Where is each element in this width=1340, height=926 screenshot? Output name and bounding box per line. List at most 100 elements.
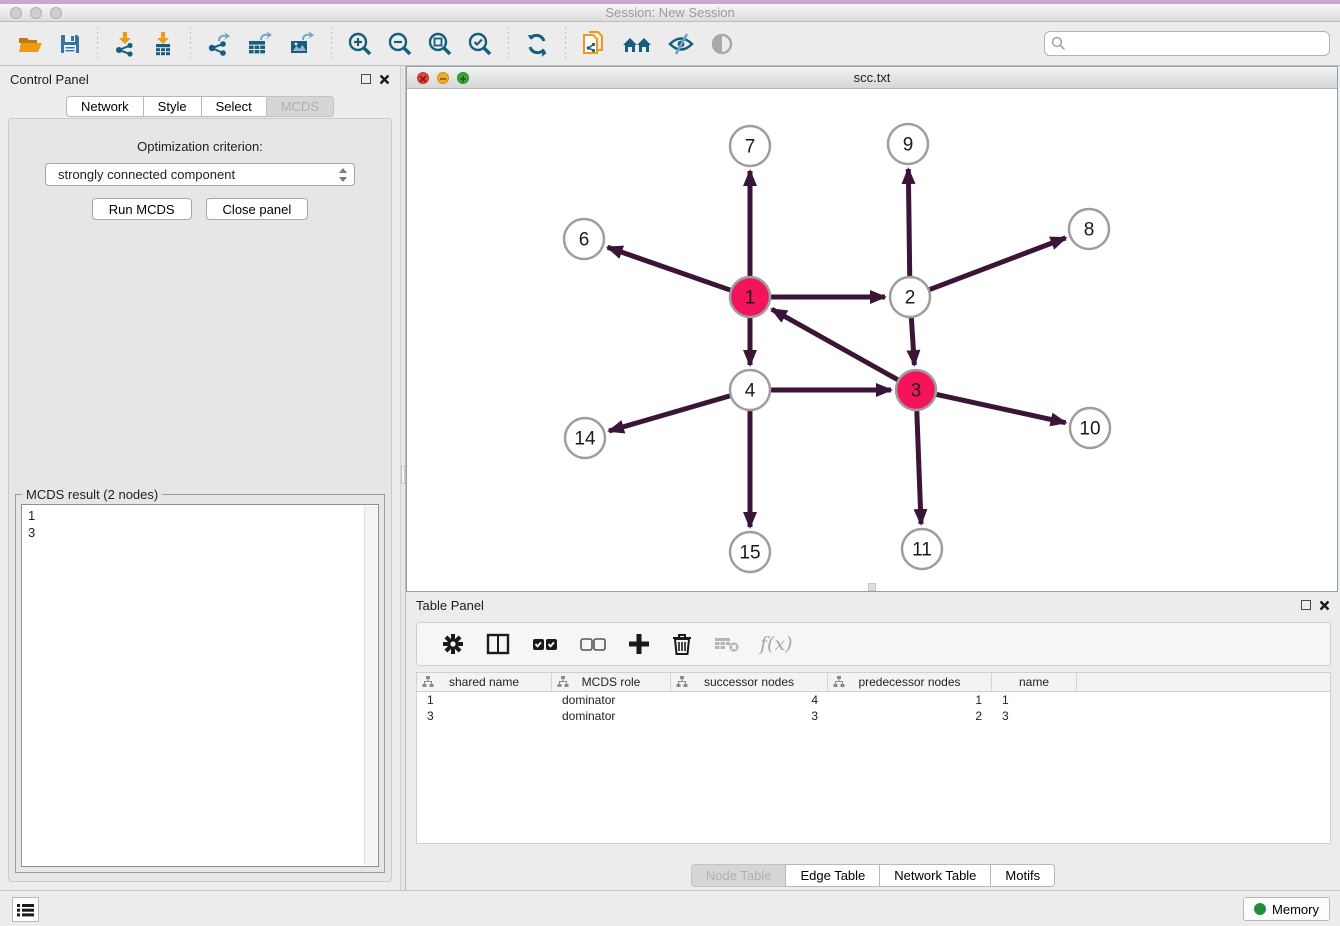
home-button[interactable] <box>619 30 655 58</box>
delete-column-button[interactable] <box>670 631 694 658</box>
table-settings-button[interactable] <box>440 631 466 657</box>
network-canvas[interactable]: 7 9 6 8 1 2 4 3 14 10 15 11 <box>407 89 1337 591</box>
search-box[interactable] <box>1044 31 1330 56</box>
show-panel-button[interactable] <box>707 30 737 58</box>
node-2[interactable]: 2 <box>890 277 930 317</box>
column-label: shared name <box>449 675 519 689</box>
import-network-icon <box>113 31 137 57</box>
node-10[interactable]: 10 <box>1070 408 1110 448</box>
delete-table-button[interactable] <box>712 633 742 655</box>
edge-2-9[interactable] <box>908 169 909 276</box>
node-3[interactable]: 3 <box>896 370 936 410</box>
table-cell[interactable]: 3 <box>417 709 552 723</box>
network-graph[interactable]: 7 9 6 8 1 2 4 3 14 10 15 11 <box>407 89 1337 591</box>
zoom-selected-icon <box>467 31 493 57</box>
splitter-grip-icon <box>401 466 405 484</box>
hide-panel-button[interactable] <box>665 30 697 58</box>
tab-select[interactable]: Select <box>201 96 266 117</box>
optimization-criterion-select[interactable]: strongly connected component <box>45 163 355 186</box>
mcds-result-box: MCDS result (2 nodes) 1 3 <box>15 494 385 873</box>
deselect-all-icon <box>580 636 606 652</box>
table-cell[interactable]: dominator <box>552 709 671 723</box>
column-header-MCDS-role[interactable]: MCDS role <box>552 673 671 691</box>
table-cell[interactable]: 3 <box>671 709 828 723</box>
edge-3-10[interactable] <box>937 394 1066 422</box>
tab-network[interactable]: Network <box>66 96 143 117</box>
close-panel-button[interactable]: Close panel <box>206 198 309 220</box>
mcds-result-area: 1 3 <box>21 504 379 867</box>
import-table-button[interactable] <box>149 29 177 59</box>
table-row[interactable]: 3dominator323 <box>417 708 1330 724</box>
node-4[interactable]: 4 <box>730 370 770 410</box>
table-tab-node-table[interactable]: Node Table <box>691 864 786 887</box>
attribute-tree-icon <box>422 676 434 688</box>
table-cell[interactable]: 1 <box>828 693 992 707</box>
table-cell[interactable]: 4 <box>671 693 828 707</box>
table-cell[interactable]: 1 <box>992 693 1077 707</box>
deselect-all-button[interactable] <box>578 634 608 654</box>
close-panel-icon[interactable] <box>379 74 390 85</box>
import-network-button[interactable] <box>111 29 139 59</box>
zoom-out-button[interactable] <box>385 29 415 59</box>
node-14[interactable]: 14 <box>565 418 605 458</box>
tab-mcds[interactable]: MCDS <box>266 96 334 117</box>
zoom-fit-icon <box>427 31 453 57</box>
node-15[interactable]: 15 <box>730 532 770 572</box>
export-table-button[interactable] <box>244 29 276 59</box>
run-mcds-button[interactable]: Run MCDS <box>92 198 192 220</box>
float-table-panel-icon[interactable] <box>1301 600 1311 610</box>
edge-2-8[interactable] <box>930 238 1066 290</box>
memory-button[interactable]: Memory <box>1243 897 1330 921</box>
table-cell[interactable]: 2 <box>828 709 992 723</box>
node-9[interactable]: 9 <box>888 124 928 164</box>
edge-3-11[interactable] <box>917 411 921 524</box>
canvas-resize-handle[interactable] <box>868 583 876 591</box>
column-header-successor-nodes[interactable]: successor nodes <box>671 673 828 691</box>
node-1[interactable]: 1 <box>730 277 770 317</box>
edge-2-3[interactable] <box>911 318 914 365</box>
refresh-icon <box>524 31 550 57</box>
toolbar-separator <box>565 27 566 61</box>
save-session-button[interactable] <box>56 30 84 58</box>
table-tab-motifs[interactable]: Motifs <box>990 864 1055 887</box>
export-network-button[interactable] <box>204 29 234 59</box>
node-table-header: shared name MCDS role successor nodesprede… <box>417 673 1330 692</box>
clone-network-button[interactable] <box>579 28 609 60</box>
column-header-name[interactable]: name <box>992 673 1077 691</box>
column-label: MCDS role <box>582 675 641 689</box>
column-header-predecessor-nodes[interactable]: predecessor nodes <box>828 673 992 691</box>
edge-4-14[interactable] <box>609 396 730 431</box>
node-7[interactable]: 7 <box>730 126 770 166</box>
add-icon <box>628 633 650 655</box>
task-history-button[interactable] <box>12 897 39 922</box>
table-cell[interactable]: 1 <box>417 693 552 707</box>
table-tab-edge-table[interactable]: Edge Table <box>785 864 879 887</box>
tab-style[interactable]: Style <box>143 96 201 117</box>
result-scrollbar[interactable] <box>364 506 377 865</box>
open-session-button[interactable] <box>15 30 46 58</box>
table-row[interactable]: 1dominator411 <box>417 692 1330 708</box>
zoom-selected-button[interactable] <box>465 29 495 59</box>
add-column-button[interactable] <box>626 631 652 657</box>
function-builder-icon[interactable]: f(x) <box>760 633 793 655</box>
zoom-fit-button[interactable] <box>425 29 455 59</box>
zoom-in-button[interactable] <box>345 29 375 59</box>
refresh-button[interactable] <box>522 29 552 59</box>
node-label: 1 <box>745 288 756 309</box>
search-input[interactable] <box>1066 36 1323 51</box>
table-cell[interactable]: 3 <box>992 709 1077 723</box>
select-all-button[interactable] <box>530 634 560 654</box>
export-image-button[interactable] <box>286 29 318 59</box>
float-panel-icon[interactable] <box>361 74 371 84</box>
edge-3-1[interactable] <box>772 309 898 380</box>
attribute-tree-icon <box>676 676 688 688</box>
node-6[interactable]: 6 <box>564 219 604 259</box>
table-tab-network-table[interactable]: Network Table <box>879 864 990 887</box>
table-cell[interactable]: dominator <box>552 693 671 707</box>
close-table-panel-icon[interactable] <box>1319 600 1330 611</box>
node-8[interactable]: 8 <box>1069 209 1109 249</box>
node-11[interactable]: 11 <box>902 529 942 569</box>
column-header-shared-name[interactable]: shared name <box>417 673 552 691</box>
show-column-button[interactable] <box>484 631 512 657</box>
edge-1-6[interactable] <box>608 247 731 290</box>
